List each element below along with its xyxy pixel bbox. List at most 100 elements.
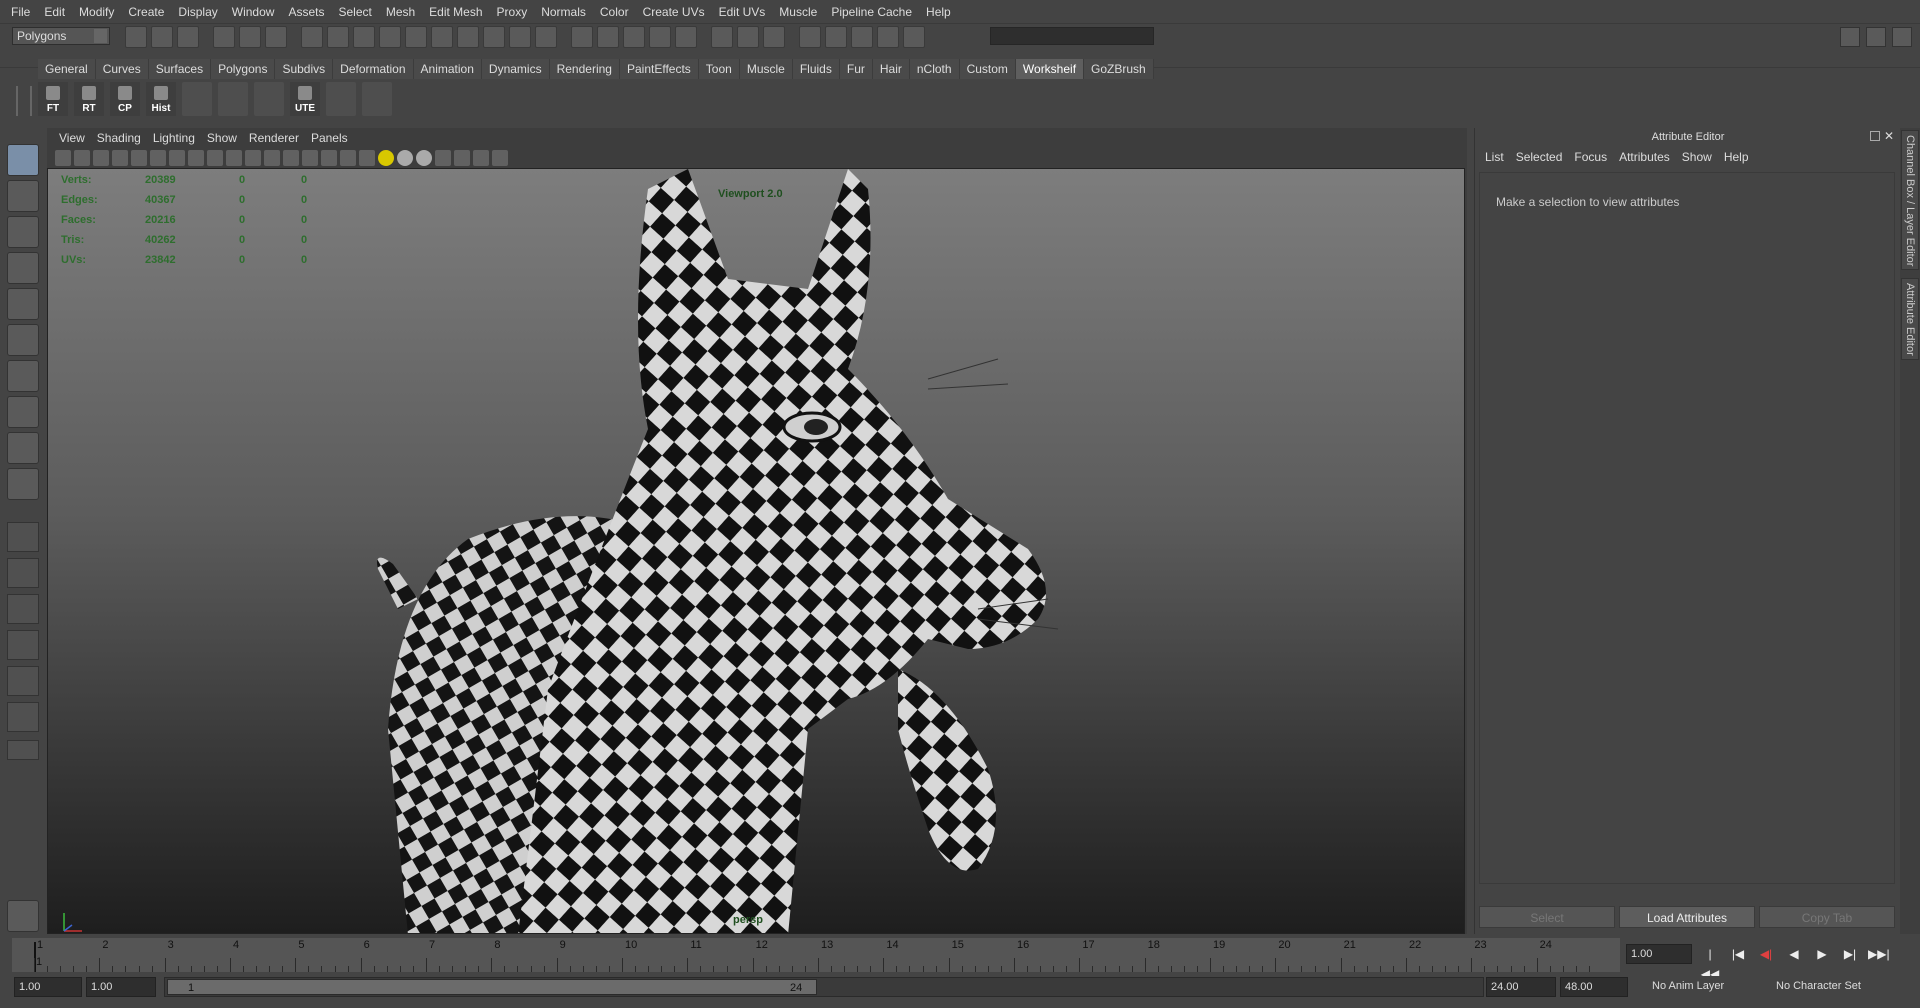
- safe-action-icon[interactable]: [264, 150, 280, 166]
- snap-curve-icon[interactable]: [597, 26, 619, 48]
- ae-menu-show[interactable]: Show: [1676, 150, 1718, 164]
- snap-grid-icon[interactable]: [571, 26, 593, 48]
- menu-create-uvs[interactable]: Create UVs: [636, 5, 712, 19]
- shelf-tab-muscle[interactable]: Muscle: [739, 59, 793, 79]
- use-all-lights-icon[interactable]: [378, 150, 394, 166]
- current-frame-field[interactable]: 1.00: [1626, 944, 1692, 964]
- shelf-tab-gozbrush[interactable]: GoZBrush: [1084, 59, 1154, 79]
- 2d-pan-zoom-icon[interactable]: [131, 150, 147, 166]
- shadows-icon[interactable]: [397, 150, 413, 166]
- panel-menu-view[interactable]: View: [53, 131, 91, 145]
- show-manipulator-icon[interactable]: [7, 432, 39, 464]
- input-line-icon[interactable]: [903, 26, 925, 48]
- shelf-tab-rendering[interactable]: Rendering: [549, 59, 620, 79]
- shelf-tab-fur[interactable]: Fur: [839, 59, 873, 79]
- ipr-render-icon[interactable]: [825, 26, 847, 48]
- menu-window[interactable]: Window: [225, 5, 282, 19]
- step-back-frame-icon[interactable]: ◀|: [1756, 944, 1776, 964]
- character-set-dropdown[interactable]: No Character Set: [1776, 980, 1861, 992]
- tab-channel-box[interactable]: Channel Box / Layer Editor: [1901, 130, 1919, 270]
- render-current-icon[interactable]: [799, 26, 821, 48]
- shelf-tab-fluids[interactable]: Fluids: [792, 59, 840, 79]
- menu-mesh[interactable]: Mesh: [379, 5, 422, 19]
- shelf-tab-custom[interactable]: Custom: [959, 59, 1016, 79]
- select-camera-icon[interactable]: [55, 150, 71, 166]
- select-button[interactable]: Select: [1479, 906, 1615, 928]
- layout-persp-outliner-icon[interactable]: [7, 594, 39, 624]
- range-slider[interactable]: 1 24: [164, 977, 1484, 997]
- film-gate-icon[interactable]: [188, 150, 204, 166]
- panel-menu-lighting[interactable]: Lighting: [147, 131, 201, 145]
- shelf-button-ft[interactable]: FT: [38, 82, 68, 116]
- shelf-tab-subdivs[interactable]: Subdivs: [275, 59, 334, 79]
- new-scene-icon[interactable]: [125, 26, 147, 48]
- grease-pencil-icon[interactable]: [150, 150, 166, 166]
- pick-handles-icon[interactable]: [327, 26, 349, 48]
- shelf-tab-deformation[interactable]: Deformation: [333, 59, 414, 79]
- mask-dropdown-icon[interactable]: [301, 26, 323, 48]
- shelf-tab-dynamics[interactable]: Dynamics: [481, 59, 550, 79]
- menu-edit[interactable]: Edit: [37, 5, 72, 19]
- menu-muscle[interactable]: Muscle: [772, 5, 824, 19]
- panel-menu-shading[interactable]: Shading: [91, 131, 147, 145]
- close-icon[interactable]: ✕: [1884, 130, 1896, 142]
- move-tool-icon[interactable]: [7, 252, 39, 284]
- layout-more-icon[interactable]: [7, 740, 39, 760]
- scale-tool-icon[interactable]: [7, 324, 39, 356]
- dog-model[interactable]: [48, 169, 1465, 934]
- select-hierarchy-icon[interactable]: [213, 26, 235, 48]
- pick-deformations-icon[interactable]: [431, 26, 453, 48]
- render-settings-icon[interactable]: [851, 26, 873, 48]
- menu-normals[interactable]: Normals: [534, 5, 593, 19]
- menu-set-dropdown[interactable]: Polygons: [12, 27, 110, 45]
- ae-menu-attributes[interactable]: Attributes: [1613, 150, 1676, 164]
- layout-hypershade-icon[interactable]: [7, 666, 39, 696]
- panel-menu-show[interactable]: Show: [201, 131, 243, 145]
- history-icon[interactable]: [711, 26, 733, 48]
- shelf-tab-worksheif[interactable]: Worksheif: [1015, 59, 1085, 79]
- pick-curves-icon[interactable]: [379, 26, 401, 48]
- shelf-grip-icon[interactable]: [16, 86, 32, 116]
- pick-joints-icon[interactable]: [353, 26, 375, 48]
- input-line-field[interactable]: [990, 27, 1154, 45]
- shelf-tab-painteffects[interactable]: PaintEffects: [619, 59, 699, 79]
- script-icon[interactable]: [362, 82, 392, 116]
- refresh-icon[interactable]: [254, 82, 284, 116]
- play-forwards-icon[interactable]: ▶: [1812, 944, 1832, 964]
- go-to-end-icon[interactable]: ▶▶|: [1868, 944, 1890, 964]
- safe-title-icon[interactable]: [283, 150, 299, 166]
- universal-manipulator-icon[interactable]: [7, 360, 39, 392]
- select-object-icon[interactable]: [239, 26, 261, 48]
- load-attributes-button[interactable]: Load Attributes: [1619, 906, 1755, 928]
- menu-pipeline-cache[interactable]: Pipeline Cache: [824, 5, 919, 19]
- save-scene-icon[interactable]: [177, 26, 199, 48]
- range-slider-handle[interactable]: 1 24: [167, 979, 817, 995]
- ae-menu-focus[interactable]: Focus: [1568, 150, 1613, 164]
- menu-assets[interactable]: Assets: [281, 5, 331, 19]
- grid-icon[interactable]: [169, 150, 185, 166]
- shelf-button-rt[interactable]: RT: [74, 82, 104, 116]
- soft-modification-icon[interactable]: [7, 396, 39, 428]
- menu-file[interactable]: File: [4, 5, 37, 19]
- ae-menu-selected[interactable]: Selected: [1510, 150, 1569, 164]
- menu-modify[interactable]: Modify: [72, 5, 121, 19]
- snap-plane-icon[interactable]: [649, 26, 671, 48]
- help-icon[interactable]: [509, 26, 531, 48]
- step-back-key-icon[interactable]: |◀: [1728, 944, 1748, 964]
- pick-dynamics-icon[interactable]: [457, 26, 479, 48]
- menu-display[interactable]: Display: [171, 5, 224, 19]
- copy-tab-button[interactable]: Copy Tab: [1759, 906, 1895, 928]
- snap-live-icon[interactable]: [675, 26, 697, 48]
- go-to-start-icon[interactable]: |◀◀: [1700, 944, 1720, 981]
- uv-layout-icon[interactable]: [218, 82, 248, 116]
- construction-history-icon[interactable]: [763, 26, 785, 48]
- panel-menu-panels[interactable]: Panels: [305, 131, 354, 145]
- layout-uv-editor-icon[interactable]: [7, 702, 39, 732]
- ae-menu-list[interactable]: List: [1479, 150, 1510, 164]
- menu-create[interactable]: Create: [121, 5, 171, 19]
- shelf-button-cp[interactable]: CP: [110, 82, 140, 116]
- layout-single-pane-icon[interactable]: [7, 522, 39, 552]
- menu-proxy[interactable]: Proxy: [490, 5, 535, 19]
- pick-rendering-icon[interactable]: [483, 26, 505, 48]
- anim-layer-dropdown[interactable]: No Anim Layer: [1652, 980, 1724, 992]
